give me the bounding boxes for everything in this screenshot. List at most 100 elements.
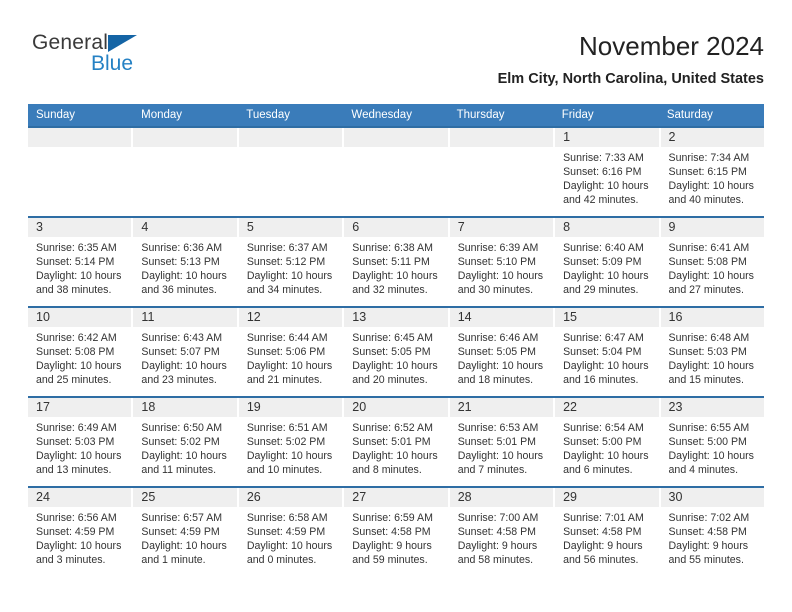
day-details: Sunrise: 7:00 AM Sunset: 4:58 PM Daylight:… (450, 507, 553, 567)
daylight-duration-line1: Daylight: 10 hours (36, 450, 122, 463)
daylight-duration-line1: Daylight: 10 hours (352, 450, 438, 463)
daylight-duration-line2: and 11 minutes. (141, 464, 217, 477)
calendar-week-row: 1 Sunrise: 7:33 AM Sunset: 6:16 PM Daylight… (28, 126, 764, 216)
daylight-duration-line1: Daylight: 10 hours (141, 540, 227, 553)
calendar-day-cell[interactable]: 9 Sunrise: 6:41 AM Sunset: 5:08 PM Daylight… (660, 218, 764, 306)
calendar-empty-cell (238, 128, 345, 216)
weekday-header-wednesday: Wednesday (351, 109, 412, 121)
calendar-day-cell[interactable]: 12 Sunrise: 6:44 AM Sunset: 5:06 PM Dayligh… (238, 308, 345, 396)
day-details: Sunrise: 6:49 AM Sunset: 5:03 PM Daylight:… (28, 417, 131, 477)
calendar-day-cell[interactable]: 26 Sunrise: 6:58 AM Sunset: 4:59 PM Dayligh… (238, 488, 345, 576)
calendar-day-cell[interactable]: 25 Sunrise: 6:57 AM Sunset: 4:59 PM Dayligh… (133, 488, 239, 576)
daylight-duration-line2: and 10 minutes. (246, 464, 323, 477)
sunset-time: Sunset: 4:59 PM (246, 526, 326, 539)
sunrise-time: Sunrise: 6:44 AM (246, 332, 328, 344)
calendar-day-cell[interactable]: 16 Sunrise: 6:48 AM Sunset: 5:03 PM Dayligh… (660, 308, 764, 396)
sunrise-time: Sunrise: 6:35 AM (36, 242, 117, 254)
calendar-empty-cell (344, 128, 450, 216)
page-subtitle: Elm City, North Carolina, United States (497, 71, 764, 87)
calendar-day-cell[interactable]: 23 Sunrise: 6:55 AM Sunset: 5:00 PM Dayligh… (660, 398, 764, 486)
day-number: 20 (344, 398, 448, 417)
day-details: Sunrise: 6:43 AM Sunset: 5:07 PM Daylight:… (133, 327, 236, 387)
sunrise-time: Sunrise: 6:58 AM (246, 512, 328, 524)
sunrise-time: Sunrise: 7:00 AM (457, 512, 539, 524)
calendar-day-cell[interactable]: 24 Sunrise: 6:56 AM Sunset: 4:59 PM Dayligh… (28, 488, 134, 576)
calendar-day-cell[interactable]: 8 Sunrise: 6:40 AM Sunset: 5:09 PM Daylight… (555, 218, 661, 306)
daylight-duration-line2: and 13 minutes. (36, 464, 112, 477)
sunrise-time: Sunrise: 6:53 AM (457, 422, 539, 434)
sunset-time: Sunset: 5:02 PM (246, 436, 326, 449)
day-details: Sunrise: 7:33 AM Sunset: 6:16 PM Daylight:… (555, 147, 658, 207)
sunset-time: Sunset: 5:06 PM (246, 346, 326, 359)
daylight-duration-line1: Daylight: 10 hours (457, 270, 544, 283)
day-details: Sunrise: 6:40 AM Sunset: 5:09 PM Daylight:… (555, 237, 658, 297)
calendar-day-cell[interactable]: 29 Sunrise: 7:01 AM Sunset: 4:58 PM Dayligh… (555, 488, 661, 576)
sunset-time: Sunset: 5:01 PM (352, 436, 431, 449)
brand-logo[interactable]: General Blue (32, 32, 232, 88)
sunrise-time: Sunrise: 6:56 AM (36, 512, 117, 524)
sunset-time: Sunset: 4:59 PM (36, 526, 115, 539)
calendar-day-cell[interactable]: 27 Sunrise: 6:59 AM Sunset: 4:58 PM Dayligh… (344, 488, 450, 576)
calendar-empty-cell (28, 128, 134, 216)
sunrise-time: Sunrise: 6:50 AM (141, 422, 223, 434)
day-number: 25 (133, 488, 237, 507)
calendar-day-cell[interactable]: 3 Sunrise: 6:35 AM Sunset: 5:14 PM Daylight… (28, 218, 134, 306)
calendar-day-cell[interactable]: 19 Sunrise: 6:51 AM Sunset: 5:02 PM Dayligh… (238, 398, 345, 486)
triangle-icon (108, 35, 137, 52)
calendar-day-cell[interactable]: 22 Sunrise: 6:54 AM Sunset: 5:00 PM Dayligh… (555, 398, 661, 486)
sunrise-time: Sunrise: 6:54 AM (563, 422, 644, 434)
daylight-duration-line1: Daylight: 10 hours (36, 270, 122, 283)
daylight-duration-line1: Daylight: 9 hours (352, 540, 432, 553)
daylight-duration-line2: and 8 minutes. (352, 464, 422, 477)
day-number: 11 (133, 308, 237, 327)
day-number: 19 (238, 398, 343, 417)
daylight-duration-line2: and 36 minutes. (141, 284, 217, 297)
calendar-day-cell[interactable]: 28 Sunrise: 7:00 AM Sunset: 4:58 PM Dayligh… (449, 488, 556, 576)
calendar-week-row: 3 Sunrise: 6:35 AM Sunset: 5:14 PM Daylight… (28, 216, 764, 306)
calendar-day-cell[interactable]: 10 Sunrise: 6:42 AM Sunset: 5:08 PM Dayligh… (28, 308, 134, 396)
daylight-duration-line2: and 20 minutes. (352, 374, 428, 387)
calendar-day-cell[interactable]: 20 Sunrise: 6:52 AM Sunset: 5:01 PM Dayligh… (344, 398, 450, 486)
weekday-header-row: Sunday Monday Tuesday Wednesday Thursday… (28, 104, 764, 126)
calendar-day-cell[interactable]: 21 Sunrise: 6:53 AM Sunset: 5:01 PM Dayligh… (449, 398, 556, 486)
calendar-day-cell[interactable]: 13 Sunrise: 6:45 AM Sunset: 5:05 PM Dayligh… (344, 308, 450, 396)
day-number: 9 (660, 218, 764, 237)
calendar-day-cell[interactable]: 18 Sunrise: 6:50 AM Sunset: 5:02 PM Dayligh… (133, 398, 239, 486)
day-number: 29 (555, 488, 659, 507)
sunset-time: Sunset: 4:58 PM (668, 526, 747, 539)
day-details: Sunrise: 6:42 AM Sunset: 5:08 PM Daylight:… (28, 327, 131, 387)
calendar-day-cell[interactable]: 4 Sunrise: 6:36 AM Sunset: 5:13 PM Daylight… (133, 218, 239, 306)
calendar-week-row: 10 Sunrise: 6:42 AM Sunset: 5:08 PM Dayligh… (28, 306, 764, 396)
brand-name-general: General (32, 32, 232, 54)
title-block: November 2024 Elm City, North Carolina, … (498, 30, 764, 88)
sunrise-time: Sunrise: 6:47 AM (563, 332, 644, 344)
calendar-week-row: 24 Sunrise: 6:56 AM Sunset: 4:59 PM Dayligh… (28, 486, 764, 576)
calendar-day-cell[interactable]: 1 Sunrise: 7:33 AM Sunset: 6:16 PM Daylight… (555, 128, 661, 216)
day-number: 8 (555, 218, 659, 237)
daylight-duration-line1: Daylight: 10 hours (141, 360, 227, 373)
daylight-duration-line1: Daylight: 9 hours (668, 540, 749, 553)
sunset-time: Sunset: 5:02 PM (141, 436, 220, 449)
sunset-time: Sunset: 5:09 PM (563, 256, 642, 269)
calendar-day-cell[interactable]: 7 Sunrise: 6:39 AM Sunset: 5:10 PM Daylight… (449, 218, 556, 306)
daylight-duration-line2: and 1 minute. (141, 554, 206, 567)
day-number: 24 (28, 488, 132, 507)
calendar-day-cell[interactable]: 2 Sunrise: 7:34 AM Sunset: 6:15 PM Daylight… (660, 128, 764, 216)
daylight-duration-line2: and 40 minutes. (668, 194, 744, 207)
sunset-time: Sunset: 5:00 PM (668, 436, 747, 449)
sunset-time: Sunset: 6:15 PM (668, 166, 747, 179)
day-number: 12 (238, 308, 343, 327)
daylight-duration-line1: Daylight: 10 hours (352, 360, 438, 373)
calendar-day-cell[interactable]: 5 Sunrise: 6:37 AM Sunset: 5:12 PM Daylight… (238, 218, 345, 306)
daylight-duration-line1: Daylight: 10 hours (457, 360, 544, 373)
calendar-day-cell[interactable]: 11 Sunrise: 6:43 AM Sunset: 5:07 PM Dayligh… (133, 308, 239, 396)
day-number: 27 (344, 488, 448, 507)
calendar-day-cell[interactable]: 15 Sunrise: 6:47 AM Sunset: 5:04 PM Dayligh… (555, 308, 661, 396)
weekday-header-thursday: Thursday (456, 109, 505, 121)
calendar-day-cell[interactable]: 17 Sunrise: 6:49 AM Sunset: 5:03 PM Dayligh… (28, 398, 134, 486)
calendar-day-cell[interactable]: 30 Sunrise: 7:02 AM Sunset: 4:58 PM Dayligh… (660, 488, 764, 576)
calendar-day-cell[interactable]: 14 Sunrise: 6:46 AM Sunset: 5:05 PM Dayligh… (449, 308, 556, 396)
page-header: General Blue November 2024 Elm City, Nor… (28, 30, 764, 98)
sunset-time: Sunset: 5:07 PM (141, 346, 220, 359)
calendar-day-cell[interactable]: 6 Sunrise: 6:38 AM Sunset: 5:11 PM Daylight… (344, 218, 450, 306)
